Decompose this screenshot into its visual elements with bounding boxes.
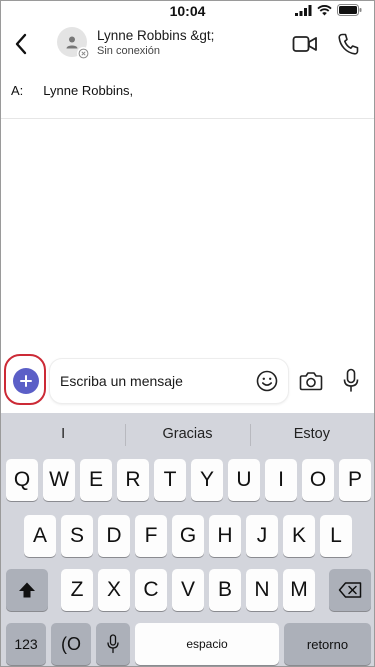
contact-info[interactable]: Lynne Robbins &gt; Sin conexión — [97, 28, 214, 58]
emoji-button[interactable] — [256, 370, 278, 392]
suggestion-item[interactable]: Gracias — [125, 424, 249, 446]
suggestion-item[interactable]: Estoy — [249, 424, 374, 446]
key-p[interactable]: P — [339, 459, 371, 501]
back-button[interactable] — [7, 29, 35, 59]
dictation-key[interactable] — [96, 623, 130, 665]
signal-icon — [295, 4, 312, 16]
return-key[interactable]: retorno — [284, 623, 371, 665]
video-camera-icon — [292, 36, 317, 52]
person-icon — [66, 36, 78, 49]
key-m[interactable]: M — [283, 569, 315, 611]
key-a[interactable]: A — [24, 515, 56, 557]
recipient-name: Lynne Robbins, — [43, 83, 134, 98]
contact-status: Sin conexión — [97, 45, 160, 57]
key-u[interactable]: U — [228, 459, 260, 501]
key-w[interactable]: W — [43, 459, 75, 501]
key-f[interactable]: F — [135, 515, 167, 557]
camera-button[interactable] — [299, 370, 323, 392]
key-n[interactable]: N — [246, 569, 278, 611]
key-d[interactable]: D — [98, 515, 130, 557]
backspace-key[interactable] — [329, 569, 371, 611]
phone-icon — [338, 33, 359, 55]
key-o[interactable]: O — [302, 459, 334, 501]
microphone-icon — [343, 368, 359, 392]
status-icons — [295, 4, 362, 16]
plus-icon — [20, 375, 32, 387]
suggestion-bar: I Gracias Estoy — [1, 413, 374, 455]
key-t[interactable]: T — [154, 459, 186, 501]
backspace-icon — [338, 582, 362, 598]
chevron-left-icon — [15, 33, 27, 55]
key-y[interactable]: Y — [191, 459, 223, 501]
key-c[interactable]: C — [135, 569, 167, 611]
keyboard: I Gracias Estoy Q W E R T Y U I O P A S … — [1, 413, 374, 666]
key-z[interactable]: Z — [61, 569, 93, 611]
recipient-line[interactable]: A: Lynne Robbins, — [11, 83, 133, 98]
status-bar: 10:04 — [1, 1, 374, 23]
key-e[interactable]: E — [80, 459, 112, 501]
key-v[interactable]: V — [172, 569, 204, 611]
key-h[interactable]: H — [209, 515, 241, 557]
emoji-key[interactable]: (O — [51, 623, 91, 665]
chat-header: Lynne Robbins &gt; Sin conexión — [1, 23, 374, 67]
contact-name: Lynne Robbins &gt; — [97, 28, 215, 43]
video-call-button[interactable] — [292, 33, 318, 55]
phone-screen: 10:04 Lynne Robbins &gt; Sin conexión A:… — [0, 0, 375, 667]
add-attachment-button[interactable] — [13, 368, 39, 394]
audio-call-button[interactable] — [337, 32, 359, 56]
shift-arrow-icon — [19, 582, 35, 598]
message-placeholder: Escriba un mensaje — [60, 373, 183, 389]
battery-icon — [337, 4, 362, 16]
key-j[interactable]: J — [246, 515, 278, 557]
suggestion-item[interactable]: I — [1, 426, 125, 442]
recipient-label: A: — [11, 83, 24, 98]
key-b[interactable]: B — [209, 569, 241, 611]
shift-key[interactable] — [6, 569, 48, 611]
header-divider — [1, 118, 374, 119]
key-s[interactable]: S — [61, 515, 93, 557]
camera-icon — [299, 372, 323, 391]
key-r[interactable]: R — [117, 459, 149, 501]
microphone-icon — [107, 634, 119, 654]
key-i[interactable]: I — [265, 459, 297, 501]
message-input[interactable]: Escriba un mensaje — [50, 359, 288, 403]
offline-status-icon — [77, 47, 90, 60]
numbers-key[interactable]: 123 — [6, 623, 46, 665]
microphone-button[interactable] — [343, 368, 359, 394]
avatar[interactable] — [57, 27, 90, 60]
key-x[interactable]: X — [98, 569, 130, 611]
space-key[interactable]: espacio — [135, 623, 279, 665]
key-q[interactable]: Q — [6, 459, 38, 501]
wifi-icon — [317, 4, 332, 15]
smiley-icon — [256, 370, 278, 392]
key-g[interactable]: G — [172, 515, 204, 557]
key-l[interactable]: L — [320, 515, 352, 557]
key-k[interactable]: K — [283, 515, 315, 557]
